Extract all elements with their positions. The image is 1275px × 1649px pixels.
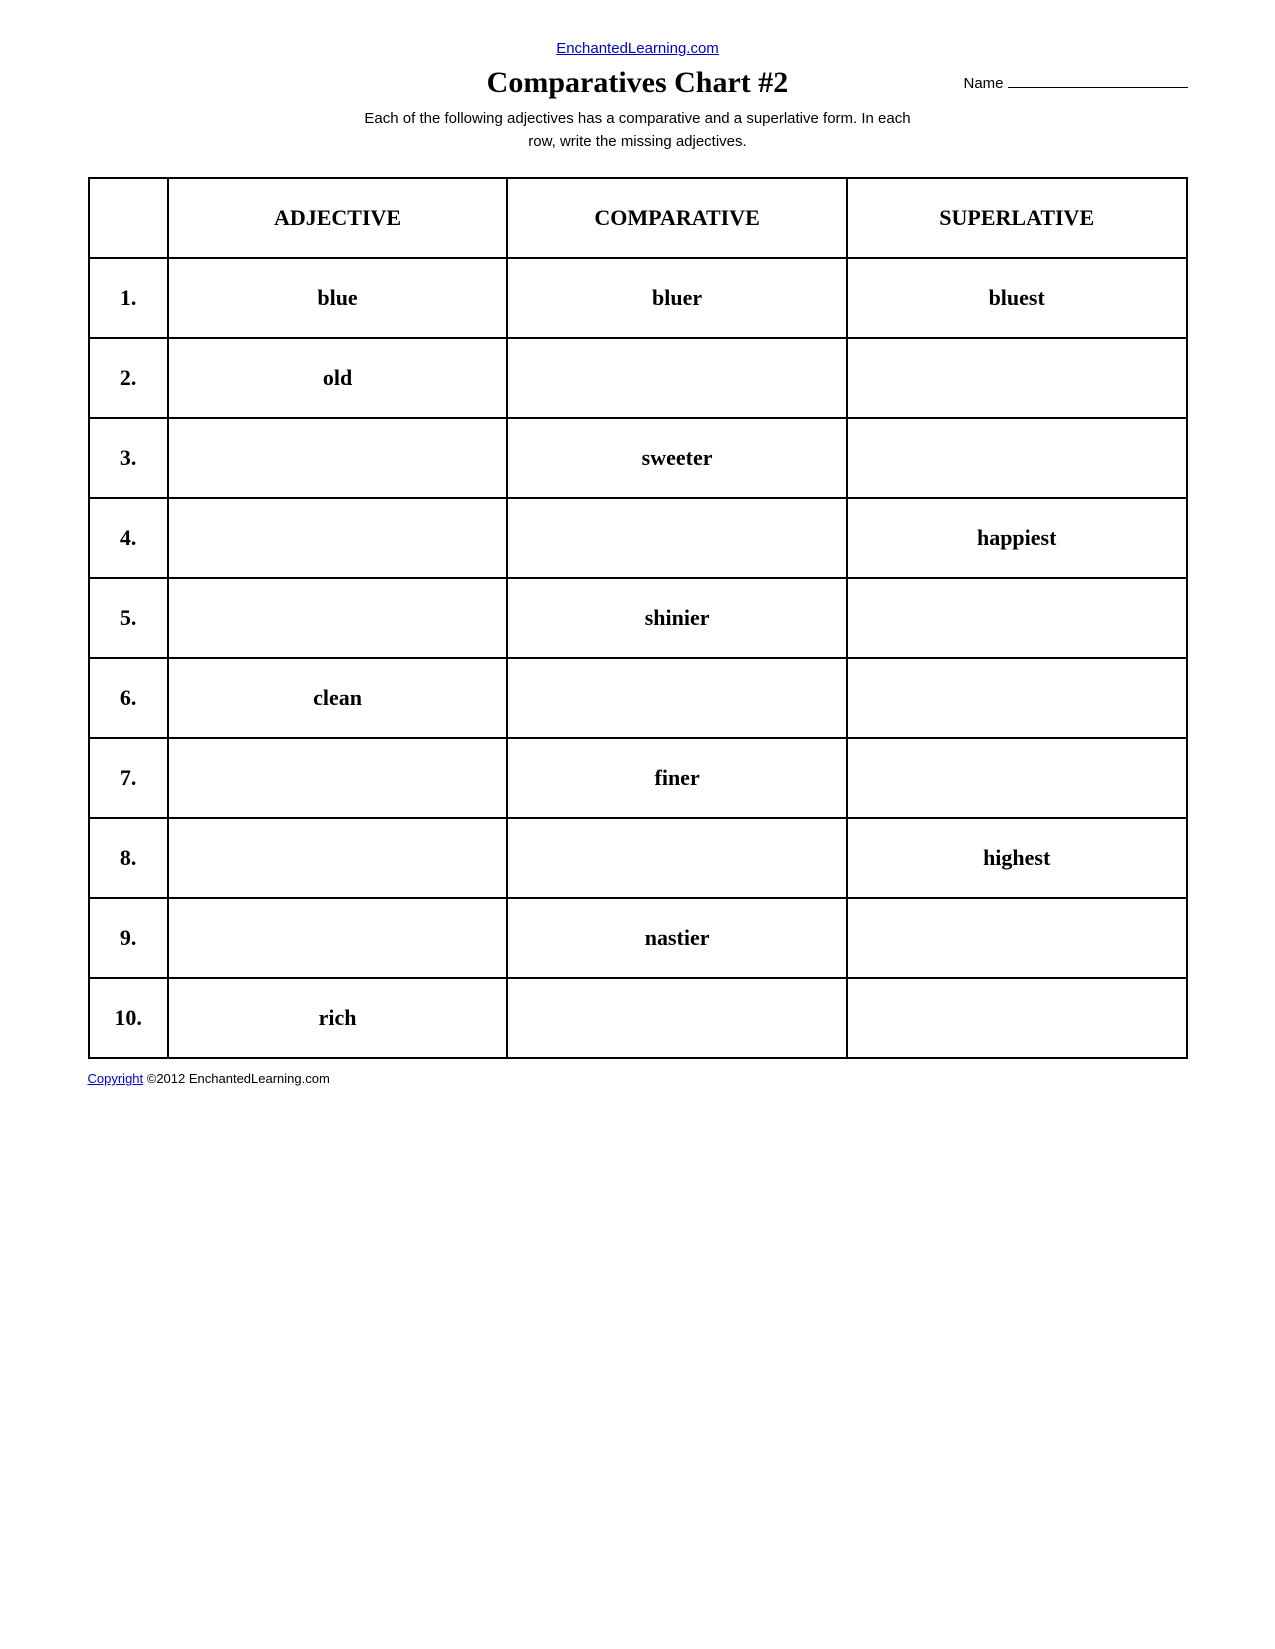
table-row: 8. highest [89, 818, 1187, 898]
table-row: 5. shinier [89, 578, 1187, 658]
table-row: 6.clean [89, 658, 1187, 738]
table-row: 10.rich [89, 978, 1187, 1058]
row-num-6: 6. [89, 658, 168, 738]
table-row: 7. finer [89, 738, 1187, 818]
row-adjective-9 [168, 898, 508, 978]
subtitle: Each of the following adjectives has a c… [88, 108, 1188, 153]
row-num-10: 10. [89, 978, 168, 1058]
col-header-superlative: SUPERLATIVE [847, 178, 1187, 258]
row-adjective-4 [168, 498, 508, 578]
top-link[interactable]: EnchantedLearning.com [88, 40, 1188, 58]
copyright-text: ©2012 EnchantedLearning.com [143, 1071, 330, 1086]
name-line[interactable] [1008, 87, 1188, 88]
name-field: Name [963, 75, 1187, 92]
row-adjective-6: clean [168, 658, 508, 738]
table-header-row: ADJECTIVE COMPARATIVE SUPERLATIVE [89, 178, 1187, 258]
row-superlative-2 [847, 338, 1187, 418]
row-superlative-9 [847, 898, 1187, 978]
row-adjective-5 [168, 578, 508, 658]
row-adjective-3 [168, 418, 508, 498]
table-row: 9. nastier [89, 898, 1187, 978]
row-superlative-10 [847, 978, 1187, 1058]
row-adjective-10: rich [168, 978, 508, 1058]
row-superlative-3 [847, 418, 1187, 498]
row-adjective-8 [168, 818, 508, 898]
site-link-top[interactable]: EnchantedLearning.com [556, 40, 719, 57]
row-superlative-7 [847, 738, 1187, 818]
row-adjective-1: blue [168, 258, 508, 338]
chart-table: ADJECTIVE COMPARATIVE SUPERLATIVE 1.blue… [88, 177, 1188, 1059]
row-num-2: 2. [89, 338, 168, 418]
row-num-5: 5. [89, 578, 168, 658]
row-comparative-8 [507, 818, 847, 898]
row-adjective-7 [168, 738, 508, 818]
row-superlative-8: highest [847, 818, 1187, 898]
row-superlative-4: happiest [847, 498, 1187, 578]
row-comparative-10 [507, 978, 847, 1058]
row-comparative-6 [507, 658, 847, 738]
table-row: 4. happiest [89, 498, 1187, 578]
footer: Copyright ©2012 EnchantedLearning.com [88, 1071, 1188, 1086]
row-adjective-2: old [168, 338, 508, 418]
table-row: 1.bluebluerbluest [89, 258, 1187, 338]
row-comparative-7: finer [507, 738, 847, 818]
row-num-1: 1. [89, 258, 168, 338]
row-num-9: 9. [89, 898, 168, 978]
table-row: 2.old [89, 338, 1187, 418]
col-header-adjective: ADJECTIVE [168, 178, 508, 258]
page-container: EnchantedLearning.com Comparatives Chart… [88, 40, 1188, 1086]
col-header-num [89, 178, 168, 258]
row-comparative-9: nastier [507, 898, 847, 978]
title-row: Comparatives Chart #2 Name [88, 66, 1188, 100]
col-header-comparative: COMPARATIVE [507, 178, 847, 258]
row-comparative-4 [507, 498, 847, 578]
row-comparative-5: shinier [507, 578, 847, 658]
row-superlative-6 [847, 658, 1187, 738]
row-num-4: 4. [89, 498, 168, 578]
row-comparative-2 [507, 338, 847, 418]
copyright-link[interactable]: Copyright [88, 1071, 144, 1086]
row-num-7: 7. [89, 738, 168, 818]
table-row: 3. sweeter [89, 418, 1187, 498]
page-title: Comparatives Chart #2 [487, 66, 789, 100]
row-comparative-3: sweeter [507, 418, 847, 498]
row-num-3: 3. [89, 418, 168, 498]
row-superlative-1: bluest [847, 258, 1187, 338]
row-comparative-1: bluer [507, 258, 847, 338]
row-num-8: 8. [89, 818, 168, 898]
name-label: Name [963, 75, 1003, 92]
row-superlative-5 [847, 578, 1187, 658]
